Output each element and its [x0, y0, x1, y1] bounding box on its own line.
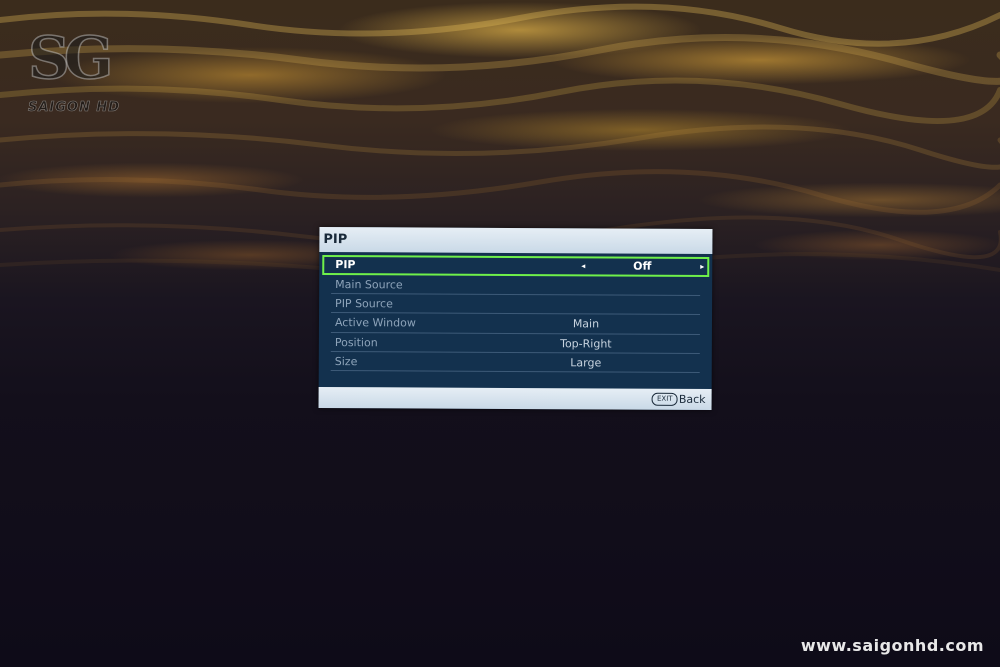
menu-item-value [526, 298, 646, 299]
logo-monogram: SG [27, 23, 114, 93]
menu-item-position: Position Top-Right [330, 332, 700, 354]
logo-wordmark: SAIGON HD [28, 100, 121, 116]
exit-key-icon[interactable]: EXIT [651, 392, 678, 406]
menu-item-label: Main Source [335, 278, 403, 292]
menu-item-label: Active Window [334, 316, 416, 330]
projector-screen: SG SAIGON HD PIP PIP ◂ Off ▸ Main Source… [0, 0, 1000, 667]
osd-menu-list: PIP ◂ Off ▸ Main Source PIP Source Activ… [319, 252, 713, 389]
menu-item-value: Top-Right [560, 336, 612, 351]
menu-item-main-source: Main Source [331, 275, 701, 297]
menu-item-label: PIP Source [335, 297, 393, 311]
osd-header: PIP [319, 226, 713, 255]
osd-footer: EXIT Back [318, 386, 712, 411]
pip-osd-menu: PIP PIP ◂ Off ▸ Main Source PIP Source A… [318, 226, 713, 411]
menu-item-value: Main [572, 317, 600, 331]
menu-item-value [526, 279, 646, 280]
menu-item-size: Size Large [330, 351, 700, 373]
menu-item-value: Off [633, 259, 652, 273]
menu-item-pip[interactable]: PIP ◂ Off ▸ [322, 254, 710, 278]
menu-item-label: PIP [335, 258, 356, 272]
saigonhd-logo: SG SAIGON HD [20, 18, 130, 128]
menu-item-label: Position [334, 335, 378, 349]
menu-item-label: Size [334, 354, 358, 368]
menu-item-active-window: Active Window Main [330, 313, 701, 335]
watermark-url: www.saigonhd.com [800, 636, 984, 655]
menu-item-pip-source: PIP Source [331, 294, 701, 316]
arrow-right-icon[interactable]: ▸ [700, 262, 704, 271]
back-hint[interactable]: Back [679, 393, 706, 406]
osd-title: PIP [323, 231, 348, 248]
menu-item-value: Large [570, 356, 602, 370]
